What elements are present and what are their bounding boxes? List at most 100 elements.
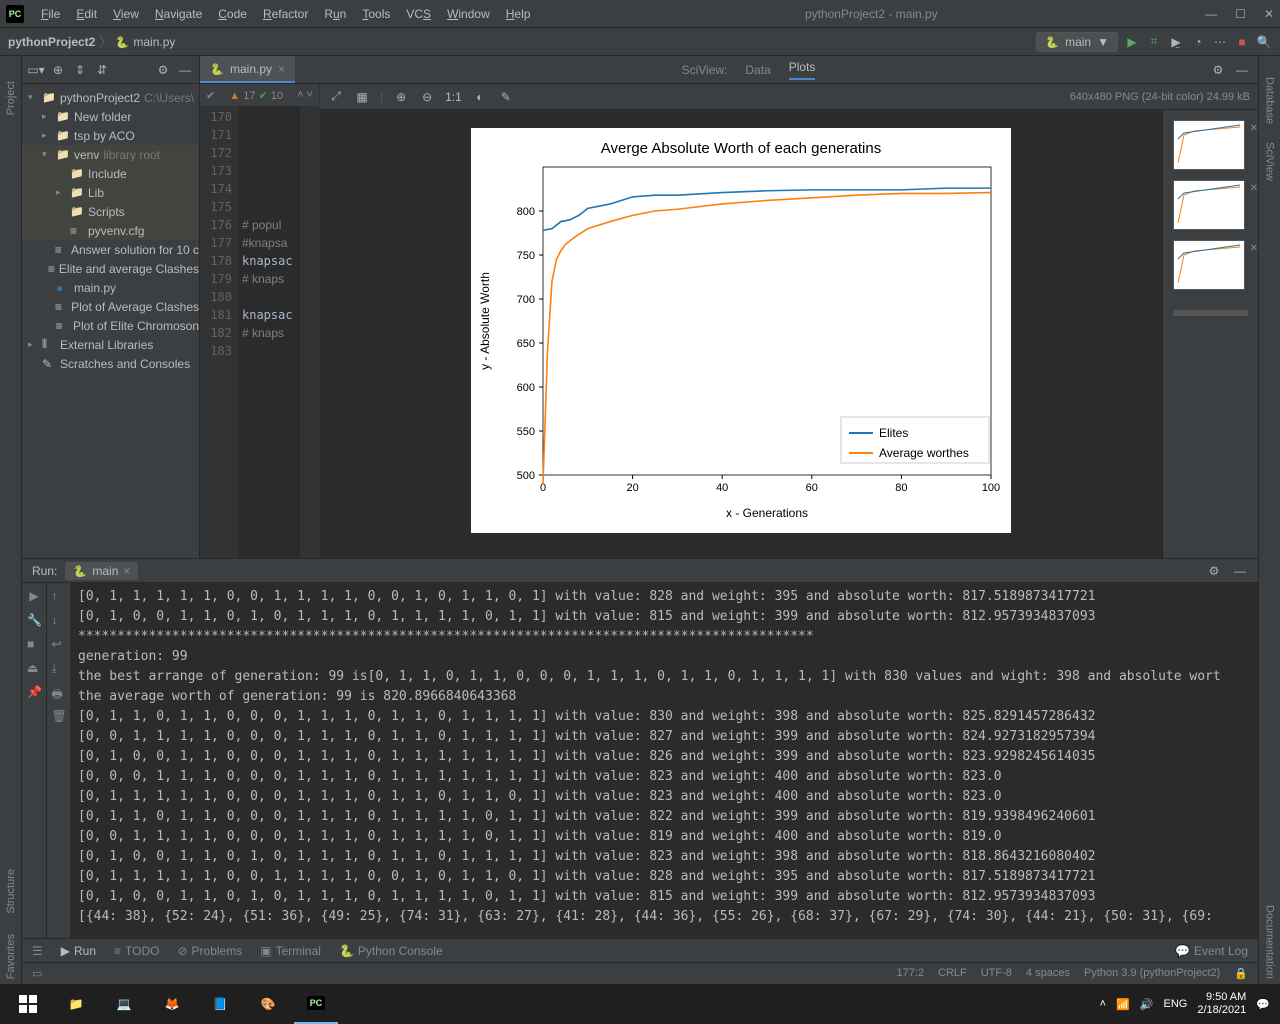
tray-wifi-icon[interactable]: 📶: [1116, 998, 1130, 1011]
close-tab-icon[interactable]: ×: [278, 62, 285, 76]
pin-icon[interactable]: 📌: [27, 685, 41, 699]
bottom-terminal[interactable]: ▣ Terminal: [260, 944, 321, 958]
tray-lang[interactable]: ENG: [1164, 998, 1188, 1010]
debug-icon[interactable]: ⌗: [1146, 34, 1162, 50]
bottom-pyconsole[interactable]: 🐍 Python Console: [339, 944, 443, 958]
zoom-in-icon[interactable]: ⊕: [393, 89, 409, 105]
line-sep[interactable]: CRLF: [938, 967, 967, 980]
exit-icon[interactable]: ⏏: [27, 661, 41, 675]
tree-item[interactable]: ▾pythonProject2 C:\Users\: [22, 88, 199, 107]
bottom-problems[interactable]: ⊘ Problems: [177, 944, 242, 958]
project-dropdown-icon[interactable]: ▭▾: [28, 62, 44, 78]
tree-item[interactable]: ▸New folder: [22, 107, 199, 126]
down-icon[interactable]: ↓: [52, 613, 66, 627]
tray-notifications-icon[interactable]: 💬: [1256, 998, 1270, 1011]
menu-code[interactable]: Code: [211, 4, 254, 24]
grid-icon[interactable]: ▦: [354, 89, 370, 105]
plot-thumb-1[interactable]: [1173, 120, 1245, 170]
tree-item[interactable]: main.py: [22, 278, 199, 297]
color-picker-icon[interactable]: ✎: [498, 89, 514, 105]
menu-refactor[interactable]: Refactor: [256, 4, 315, 24]
structure-tool-tab[interactable]: Structure: [5, 864, 17, 919]
tree-item[interactable]: ▸Lib: [22, 183, 199, 202]
editor[interactable]: ✔ ▲ 17 ✔ 10 ˄ ˅ 170 171 172 173 174 175 …: [200, 84, 320, 558]
tree-item[interactable]: Scripts: [22, 202, 199, 221]
indent[interactable]: 4 spaces: [1026, 967, 1070, 980]
documentation-tool-tab[interactable]: Documentation: [1264, 900, 1276, 984]
start-button[interactable]: [6, 984, 50, 1024]
lock-icon[interactable]: 🔒: [1234, 967, 1248, 980]
menu-window[interactable]: Window: [440, 4, 497, 24]
encoding[interactable]: UTF-8: [981, 967, 1012, 980]
taskbar-notepad[interactable]: 📘: [198, 984, 242, 1024]
maximize-icon[interactable]: ☐: [1235, 7, 1246, 21]
project-tree[interactable]: ▾pythonProject2 C:\Users\▸New folder▸tsp…: [22, 84, 200, 558]
taskbar-thispc[interactable]: 💻: [102, 984, 146, 1024]
sciview-tab-data[interactable]: Data: [745, 63, 770, 77]
interpreter[interactable]: Python 3.9 (pythonProject2): [1084, 967, 1220, 980]
editor-minimap[interactable]: [299, 106, 319, 558]
plot-thumb-3[interactable]: [1173, 240, 1245, 290]
search-everywhere-icon[interactable]: 🔍: [1256, 34, 1272, 50]
settings-icon[interactable]: ⚙: [155, 62, 171, 78]
run-tab-main[interactable]: main ×: [65, 562, 138, 580]
tree-item[interactable]: ✎Scratches and Consoles: [22, 354, 199, 373]
tree-item[interactable]: ≡Plot of Average Clashes: [22, 297, 199, 316]
menu-edit[interactable]: Edit: [69, 4, 104, 24]
status-corner-icon[interactable]: ▭: [32, 967, 42, 980]
locate-icon[interactable]: ⊕: [50, 62, 66, 78]
bottom-todo[interactable]: ≡ TODO: [114, 944, 159, 958]
stop2-icon[interactable]: ■: [27, 637, 41, 651]
clear-icon[interactable]: 🗑: [52, 709, 66, 723]
scroll-end-icon[interactable]: ⤓: [52, 661, 66, 675]
tray-volume-icon[interactable]: 🔊: [1140, 998, 1154, 1011]
menu-file[interactable]: File: [34, 4, 67, 24]
menu-run[interactable]: Run: [317, 4, 353, 24]
editor-tab-main[interactable]: main.py ×: [200, 56, 295, 83]
sciview-hide-icon[interactable]: —: [1234, 62, 1250, 78]
up-icon[interactable]: ↑: [52, 589, 66, 603]
sciview-settings-icon[interactable]: ⚙: [1210, 62, 1226, 78]
print-icon[interactable]: 🖶: [52, 685, 66, 699]
hide-icon[interactable]: —: [177, 62, 193, 78]
menu-navigate[interactable]: Navigate: [148, 4, 209, 24]
close-run-tab-icon[interactable]: ×: [123, 564, 130, 578]
collapse-all-icon[interactable]: ⇵: [94, 62, 110, 78]
wrench-icon[interactable]: 🔧: [27, 613, 41, 627]
rerun-icon[interactable]: ▶: [27, 589, 41, 603]
run-icon[interactable]: ▶: [1124, 34, 1140, 50]
run-settings-icon[interactable]: ⚙: [1206, 563, 1222, 579]
breadcrumb-project[interactable]: pythonProject2: [8, 35, 95, 49]
sciview-tab-plots[interactable]: Plots: [789, 60, 816, 80]
taskbar-firefox[interactable]: 🦊: [150, 984, 194, 1024]
tree-item[interactable]: ▾venv library root: [22, 145, 199, 164]
run-config-selector[interactable]: main ▼: [1036, 32, 1118, 52]
run-hide-icon[interactable]: —: [1232, 563, 1248, 579]
taskbar-explorer[interactable]: 📁: [54, 984, 98, 1024]
minimize-icon[interactable]: ―: [1205, 7, 1217, 21]
menu-help[interactable]: Help: [499, 4, 538, 24]
tree-item[interactable]: ≡Plot of Elite Chromoson: [22, 316, 199, 335]
tree-item[interactable]: ≡Answer solution for 10 c: [22, 240, 199, 259]
run-console[interactable]: [0, 1, 1, 1, 1, 1, 0, 0, 1, 1, 1, 1, 0, …: [70, 583, 1258, 938]
expand-all-icon[interactable]: ⇕: [72, 62, 88, 78]
taskbar-paint[interactable]: 🎨: [246, 984, 290, 1024]
tray-clock[interactable]: 9:50 AM 2/18/2021: [1197, 991, 1246, 1017]
taskbar-pycharm[interactable]: PC: [294, 984, 338, 1024]
profile-icon[interactable]: ◔: [1190, 34, 1206, 50]
tree-item[interactable]: ▸tsp by ACO: [22, 126, 199, 145]
tree-item[interactable]: ▸⫴External Libraries: [22, 335, 199, 354]
inspection-nav[interactable]: ˄ ˅: [297, 89, 313, 101]
database-tool-tab[interactable]: Database: [1264, 72, 1276, 129]
favorites-tool-tab[interactable]: Favorites: [5, 929, 17, 984]
bottom-run[interactable]: ▶ Run: [61, 944, 96, 958]
menu-view[interactable]: View: [106, 4, 146, 24]
code-area[interactable]: # popul #knapsa knapsac # knaps knapsac …: [238, 106, 299, 558]
menu-vcs[interactable]: VCS: [399, 4, 438, 24]
tray-chevron-up-icon[interactable]: ˄: [1100, 998, 1106, 1010]
plot-thumb-2[interactable]: [1173, 180, 1245, 230]
softwrap-icon[interactable]: ↩: [52, 637, 66, 651]
menu-tools[interactable]: Tools: [355, 4, 397, 24]
close-icon[interactable]: ✕: [1264, 7, 1274, 21]
zoom-out-icon[interactable]: ⊖: [419, 89, 435, 105]
